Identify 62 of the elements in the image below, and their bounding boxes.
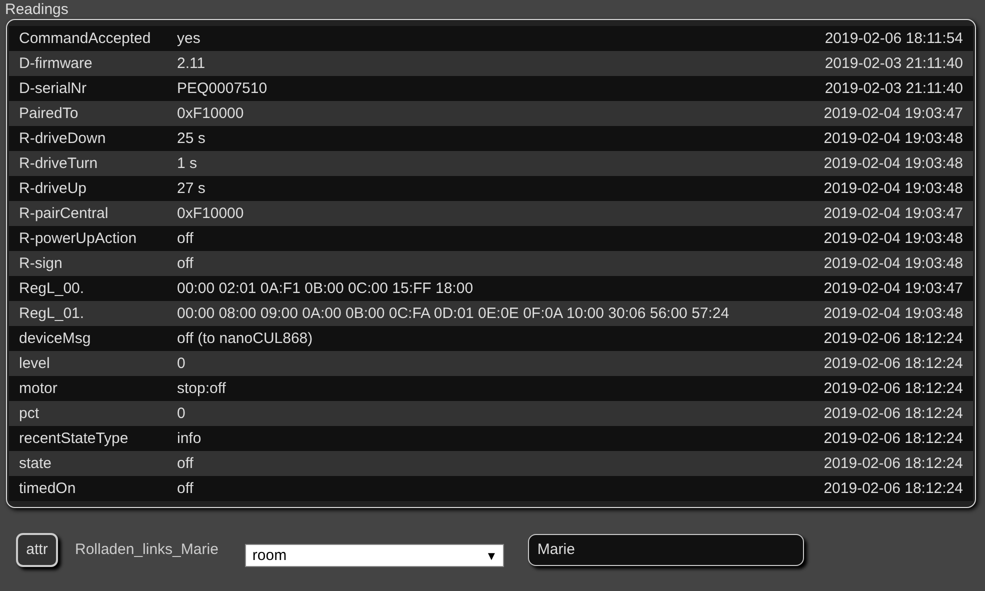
reading-time: 2019-02-04 19:03:48 xyxy=(793,151,973,176)
reading-time: 2019-02-04 19:03:48 xyxy=(793,126,973,151)
reading-value: 25 s xyxy=(177,126,793,151)
reading-value: 0xF10000 xyxy=(177,101,793,126)
reading-value: stop:off xyxy=(177,376,793,401)
reading-time: 2019-02-03 21:11:40 xyxy=(793,76,973,101)
reading-name: motor xyxy=(9,376,177,401)
reading-value: 0 xyxy=(177,351,793,376)
reading-time: 2019-02-04 19:03:47 xyxy=(793,101,973,126)
reading-time: 2019-02-03 21:11:40 xyxy=(793,51,973,76)
reading-name: RegL_00. xyxy=(9,276,177,301)
reading-time: 2019-02-06 18:12:24 xyxy=(793,451,973,476)
reading-time: 2019-02-06 18:12:24 xyxy=(793,401,973,426)
reading-value: off xyxy=(177,251,793,276)
reading-name: D-firmware xyxy=(9,51,177,76)
reading-name: R-driveTurn xyxy=(9,151,177,176)
reading-value: off xyxy=(177,451,793,476)
reading-time: 2019-02-06 18:12:24 xyxy=(793,476,973,501)
reading-value: 27 s xyxy=(177,176,793,201)
reading-name: state xyxy=(9,451,177,476)
reading-name: R-pairCentral xyxy=(9,201,177,226)
reading-time: 2019-02-04 19:03:48 xyxy=(793,301,973,326)
reading-time: 2019-02-06 18:12:24 xyxy=(793,326,973,351)
reading-value: PEQ0007510 xyxy=(177,76,793,101)
reading-name: PairedTo xyxy=(9,101,177,126)
reading-value: 00:00 08:00 09:00 0A:00 0B:00 0C:FA 0D:01 0E:0E 0F:0A 10:00 30:06 56:00 57:24 xyxy=(177,301,793,326)
attr-button[interactable]: attr xyxy=(16,532,58,566)
reading-name: level xyxy=(9,351,177,376)
reading-name: R-driveUp xyxy=(9,176,177,201)
reading-time: 2019-02-04 19:03:47 xyxy=(793,276,973,301)
reading-time: 2019-02-04 19:03:48 xyxy=(793,176,973,201)
attribute-select[interactable]: room ▼ xyxy=(245,544,504,567)
reading-time: 2019-02-06 18:12:24 xyxy=(793,426,973,451)
device-name: Rolladen_links_Marie xyxy=(75,541,218,558)
reading-value: 00:00 02:01 0A:F1 0B:00 0C:00 15:FF 18:00 xyxy=(177,276,793,301)
reading-value: info xyxy=(177,426,793,451)
reading-value: 0xF10000 xyxy=(177,201,793,226)
value-field[interactable]: Marie xyxy=(528,534,804,566)
reading-name: R-sign xyxy=(9,251,177,276)
reading-time: 2019-02-04 19:03:48 xyxy=(793,251,973,276)
section-title: Readings xyxy=(4,0,70,18)
reading-name: deviceMsg xyxy=(9,326,177,351)
reading-time: 2019-02-06 18:11:54 xyxy=(793,26,973,51)
reading-value: off xyxy=(177,226,793,251)
reading-name: timedOn xyxy=(9,476,177,501)
reading-value: off (to nanoCUL868) xyxy=(177,326,793,351)
reading-name: pct xyxy=(9,401,177,426)
reading-value: off xyxy=(177,476,793,501)
reading-value: yes xyxy=(177,26,793,51)
reading-time: 2019-02-06 18:12:24 xyxy=(793,376,973,401)
reading-time: 2019-02-04 19:03:48 xyxy=(793,226,973,251)
reading-name: RegL_01. xyxy=(9,301,177,326)
reading-name: R-powerUpAction xyxy=(9,226,177,251)
reading-name: recentStateType xyxy=(9,426,177,451)
reading-value: 2.11 xyxy=(177,51,793,76)
reading-time: 2019-02-06 18:12:24 xyxy=(793,351,973,376)
reading-name: D-serialNr xyxy=(9,76,177,101)
reading-value: 1 s xyxy=(177,151,793,176)
reading-name: CommandAccepted xyxy=(9,26,177,51)
reading-name: R-driveDown xyxy=(9,126,177,151)
reading-time: 2019-02-04 19:03:47 xyxy=(793,201,973,226)
reading-value: 0 xyxy=(177,401,793,426)
